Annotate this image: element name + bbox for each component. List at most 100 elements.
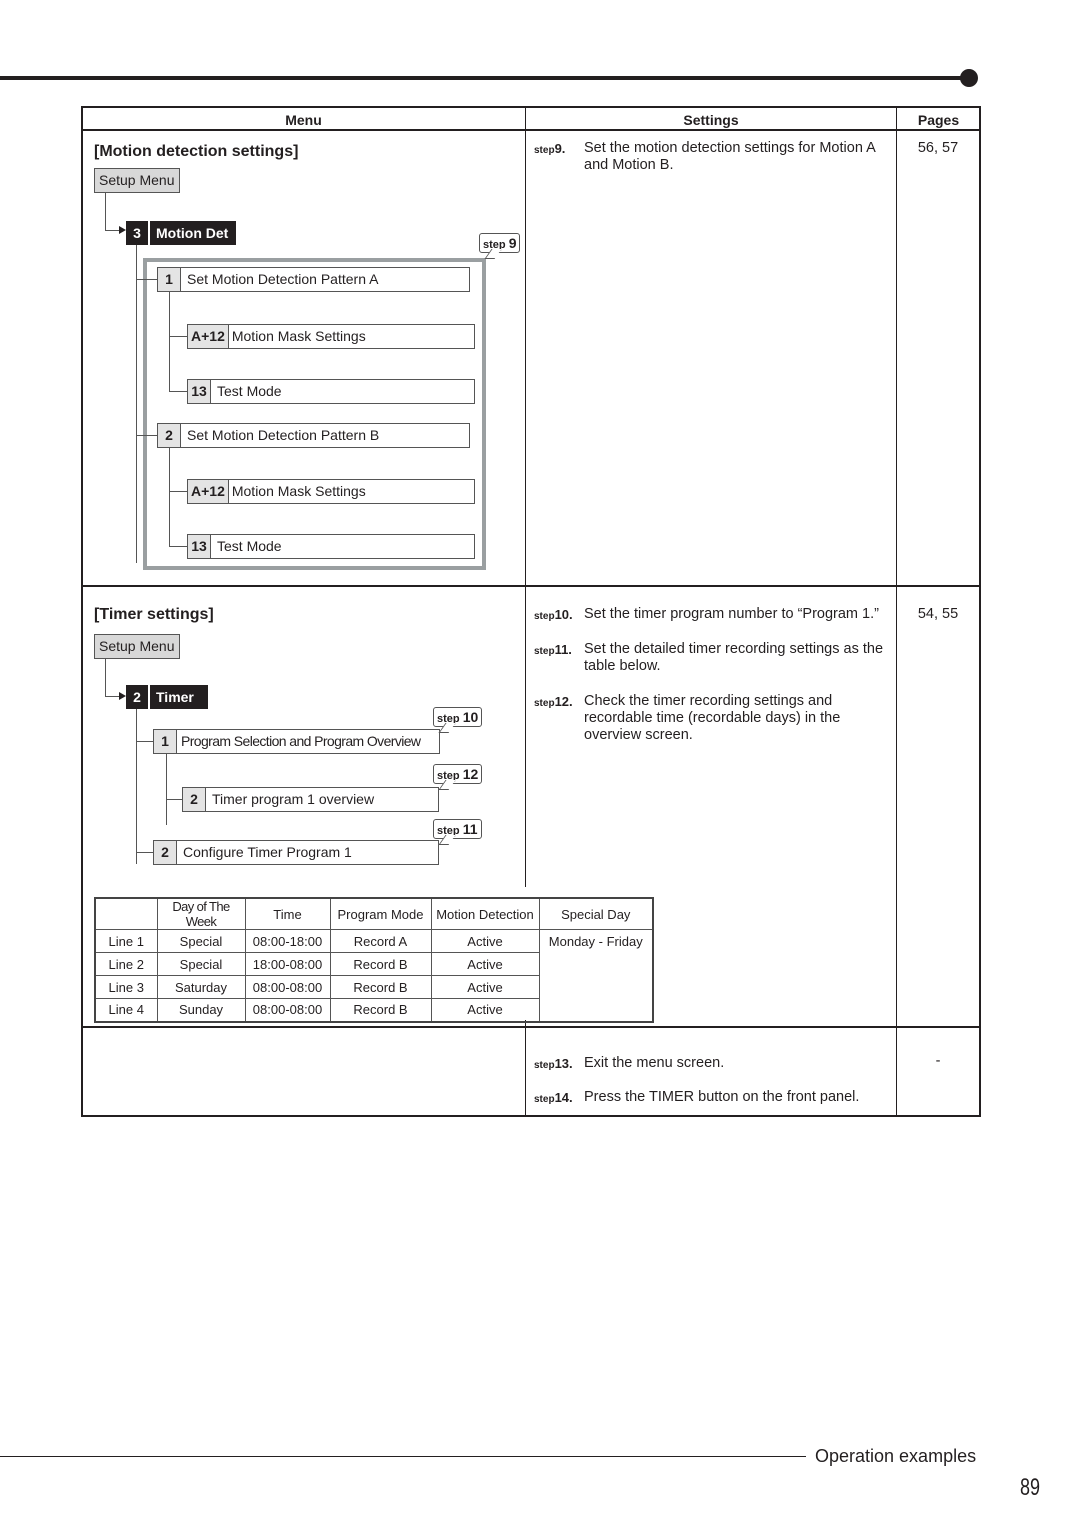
step-text: Set the timer program number to “Program… xyxy=(584,606,879,622)
menu-item-number: A+12 xyxy=(188,325,229,348)
menu-item-label: Timer program 1 overview xyxy=(212,791,375,807)
final-pages: - xyxy=(935,1053,941,1069)
timer-setup-menu-box: Setup Menu xyxy=(94,634,180,659)
table-cell: 08:00-18:00 xyxy=(244,929,331,953)
page-number: 89 xyxy=(1020,1474,1041,1501)
table-header: Special Day xyxy=(538,897,654,930)
tree-line xyxy=(169,447,170,547)
step-prefix: step xyxy=(534,145,555,156)
motion-pages: 56, 57 xyxy=(917,140,959,156)
menu-item-label: Motion Mask Settings xyxy=(231,328,366,344)
menu-item-label: Test Mode xyxy=(217,538,282,554)
tree-line xyxy=(169,336,188,337)
menu-item-number: 1 xyxy=(154,730,177,753)
tree-line xyxy=(105,659,106,697)
step-callout-12: step 12 xyxy=(433,764,483,784)
row-divider-2 xyxy=(82,1026,980,1028)
arrow-right-icon xyxy=(119,692,126,700)
step-number: 12. xyxy=(554,694,573,709)
tree-line xyxy=(136,852,154,853)
motion-section-title: [Motion detection settings] xyxy=(94,143,299,160)
step-prefix: step xyxy=(534,611,555,622)
timer-menu-item: 2 Timer xyxy=(126,685,208,709)
step-prefix: step xyxy=(534,698,555,709)
table-header: Program Mode xyxy=(329,897,432,930)
tree-line xyxy=(136,245,137,563)
menu-item-label: Motion Mask Settings xyxy=(231,483,366,499)
table-cell: Active xyxy=(430,952,540,976)
table-cell: Line 2 xyxy=(94,952,158,976)
menu-item-label: Set Motion Detection Pattern B xyxy=(187,427,380,443)
menu-item-label: Motion Det xyxy=(150,221,237,245)
table-cell: Line 3 xyxy=(94,975,158,999)
column-divider-menu-lower xyxy=(525,1020,526,1116)
step-14: step14. Press the TIMER button on the fr… xyxy=(534,1089,894,1108)
menu-item-test-mode-a: 13 Test Mode xyxy=(187,379,475,404)
menu-item-label: Timer xyxy=(150,685,208,709)
menu-item-pattern-b: 2 Set Motion Detection Pattern B xyxy=(157,423,470,448)
step-callout-11: step 11 xyxy=(433,819,482,839)
column-header-pages: Pages xyxy=(917,112,960,128)
table-header: Day of The Week xyxy=(156,897,246,930)
special-day-cell: Monday - Friday xyxy=(538,929,654,1022)
table-cell: Line 4 xyxy=(94,998,158,1022)
menu-item-label: Set Motion Detection Pattern A xyxy=(187,271,379,287)
timer-pages: 54, 55 xyxy=(917,606,959,622)
table-cell: Saturday xyxy=(156,975,246,999)
callout-number: 11 xyxy=(462,821,478,837)
step-prefix: step xyxy=(534,646,555,657)
step-10: step10. Set the timer program number to … xyxy=(534,606,894,625)
header-rule-dot xyxy=(960,69,978,87)
tree-line xyxy=(169,291,170,391)
row-divider-1 xyxy=(82,585,980,587)
menu-item-program-selection: 1 Program Selection and Program Overview xyxy=(153,729,440,754)
step-number: 10. xyxy=(554,607,573,622)
step-number: 14. xyxy=(554,1090,573,1105)
table-cell: 08:00-08:00 xyxy=(244,998,331,1022)
step-text: Press the TIMER button on the front pane… xyxy=(584,1089,860,1105)
table-cell: Active xyxy=(430,998,540,1022)
tree-line xyxy=(169,391,188,392)
tree-line xyxy=(136,709,137,864)
tree-line xyxy=(169,546,188,547)
table-header: Time xyxy=(244,897,331,930)
menu-item-label: Test Mode xyxy=(217,383,282,399)
menu-item-test-mode-b: 13 Test Mode xyxy=(187,534,475,559)
menu-item-number: 13 xyxy=(188,380,211,403)
callout-number: 10 xyxy=(462,709,479,725)
callout-number: 9 xyxy=(508,235,517,251)
menu-item-number: 3 xyxy=(126,221,148,245)
step-text: Set the detailed timer recording setting… xyxy=(584,641,884,674)
table-header: Motion Detection xyxy=(430,897,540,930)
table-cell: 18:00-08:00 xyxy=(244,952,331,976)
menu-item-number: A+12 xyxy=(188,480,229,503)
tree-line xyxy=(136,741,154,742)
tree-line xyxy=(166,799,183,800)
tree-line xyxy=(136,279,158,280)
table-header xyxy=(94,897,158,930)
menu-item-number: 2 xyxy=(126,685,148,709)
step-number: 9. xyxy=(554,141,566,156)
table-cell: Record B xyxy=(329,975,432,999)
step-tag: step14. xyxy=(534,1089,584,1108)
menu-item-label: Program Selection and Program Overview xyxy=(181,733,421,749)
step-prefix: step xyxy=(534,1060,555,1071)
table-row: Line 1 Special 08:00-18:00 Record A Acti… xyxy=(94,929,654,1022)
table-cell: Sunday xyxy=(156,998,246,1022)
table-cell: Record A xyxy=(329,929,432,953)
footer-section-title: Operation examples xyxy=(815,1446,977,1466)
table-cell: 08:00-08:00 xyxy=(244,975,331,999)
menu-item-number: 2 xyxy=(183,788,206,811)
timer-section-title: [Timer settings] xyxy=(94,606,214,623)
column-header-settings: Settings xyxy=(683,112,739,128)
step-number: 13. xyxy=(554,1056,573,1071)
step-9: step9. Set the motion detection settings… xyxy=(534,140,884,174)
step-text: Set the motion detection settings for Mo… xyxy=(584,140,875,173)
menu-item-number: 13 xyxy=(188,535,211,558)
menu-item-motion-mask-b: A+12 Motion Mask Settings xyxy=(187,479,475,504)
table-cell: Line 1 xyxy=(94,929,158,953)
step-tag: step11. xyxy=(534,641,584,675)
column-header-menu: Menu xyxy=(285,112,322,128)
timer-schedule-table: Day of The Week Time Program Mode Motion… xyxy=(94,897,654,1023)
step-tag: step12. xyxy=(534,693,584,744)
